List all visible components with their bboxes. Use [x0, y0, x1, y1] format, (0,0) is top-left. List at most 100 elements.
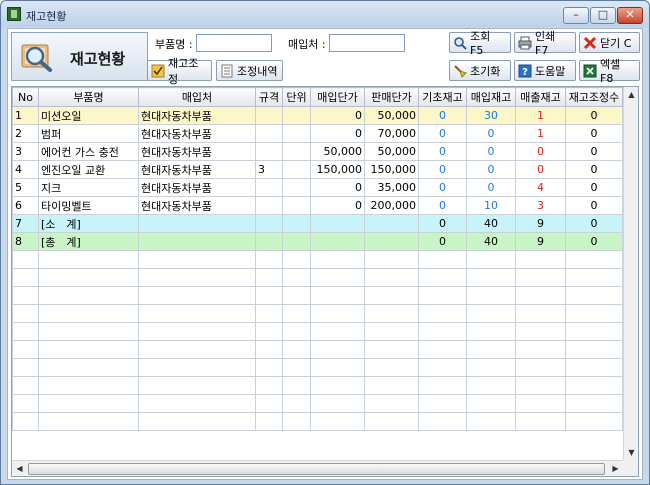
- table-row[interactable]: 5 지크 현대자동차부품 0 35,000 0 0 4 0: [12, 178, 623, 197]
- cell-in[interactable]: 30: [466, 106, 516, 125]
- cell-base[interactable]: 0: [418, 196, 467, 215]
- cell-no[interactable]: 7: [12, 214, 39, 233]
- cell-adj[interactable]: 0: [565, 124, 623, 143]
- cell-no[interactable]: 8: [12, 232, 39, 251]
- cell-base[interactable]: 0: [418, 214, 467, 233]
- cell-in[interactable]: 40: [466, 214, 516, 233]
- column-header[interactable]: 기초재고: [418, 87, 467, 107]
- cell-unit[interactable]: [282, 106, 311, 125]
- column-header[interactable]: No: [12, 87, 39, 107]
- cell-unit[interactable]: [282, 124, 311, 143]
- cell-unit[interactable]: [282, 214, 311, 233]
- print-button[interactable]: 인쇄 F7: [514, 30, 576, 57]
- cell-unit[interactable]: [282, 142, 311, 161]
- cell-sell[interactable]: [364, 232, 419, 251]
- column-header[interactable]: 재고조정수: [565, 87, 623, 107]
- vendor-input[interactable]: [329, 34, 405, 52]
- cell-vendor[interactable]: 현대자동차부품: [138, 106, 256, 125]
- cell-vendor[interactable]: 현대자동차부품: [138, 142, 256, 161]
- table-row[interactable]: 6 타이밍벨트 현대자동차부품 0 200,000 0 10 3 0: [12, 196, 623, 215]
- horizontal-scroll-thumb[interactable]: [28, 463, 605, 475]
- cell-unit[interactable]: [282, 178, 311, 197]
- cell-unit[interactable]: [282, 160, 311, 179]
- cell-spec[interactable]: [255, 178, 283, 197]
- cell-no[interactable]: 2: [12, 124, 39, 143]
- search-button[interactable]: 조회 F5: [449, 30, 511, 57]
- cell-adj[interactable]: 0: [565, 232, 623, 251]
- cell-buy[interactable]: 0: [310, 178, 365, 197]
- cell-base[interactable]: 0: [418, 232, 467, 251]
- scroll-right-icon[interactable]: ▶: [608, 461, 623, 476]
- cell-spec[interactable]: [255, 214, 283, 233]
- cell-adj[interactable]: 0: [565, 178, 623, 197]
- cell-vendor[interactable]: 현대자동차부품: [138, 178, 256, 197]
- cell-buy[interactable]: 50,000: [310, 142, 365, 161]
- column-header[interactable]: 매입재고: [466, 87, 516, 107]
- scroll-down-icon[interactable]: ▼: [624, 445, 639, 460]
- cell-adj[interactable]: 0: [565, 214, 623, 233]
- table-row[interactable]: 3 에어컨 가스 충전 현대자동차부품 50,000 50,000 0 0 0 0: [12, 142, 623, 161]
- cell-buy[interactable]: [310, 232, 365, 251]
- column-header[interactable]: 판매단가: [364, 87, 419, 107]
- horizontal-scrollbar[interactable]: ◀ ▶: [12, 460, 623, 476]
- cell-out[interactable]: 9: [515, 232, 566, 251]
- scroll-left-icon[interactable]: ◀: [12, 461, 27, 476]
- cell-name[interactable]: [소 계]: [38, 214, 139, 233]
- table-row[interactable]: 4 엔진오일 교환 현대자동차부품 3 150,000 150,000 0 0 0 0: [12, 160, 623, 179]
- close-window-button[interactable]: ✕: [617, 7, 643, 24]
- column-header[interactable]: 단위: [282, 87, 311, 107]
- cell-in[interactable]: 0: [466, 178, 516, 197]
- cell-no[interactable]: 5: [12, 178, 39, 197]
- part-name-input[interactable]: [196, 34, 272, 52]
- cell-out[interactable]: 1: [515, 124, 566, 143]
- cell-in[interactable]: 10: [466, 196, 516, 215]
- adjust-history-button[interactable]: 조정내역: [216, 60, 283, 81]
- cell-name[interactable]: 미션오일: [38, 106, 139, 125]
- maximize-button[interactable]: □: [590, 7, 616, 24]
- column-header[interactable]: 매입단가: [310, 87, 365, 107]
- cell-out[interactable]: 4: [515, 178, 566, 197]
- cell-vendor[interactable]: 현대자동차부품: [138, 124, 256, 143]
- cell-in[interactable]: 0: [466, 160, 516, 179]
- cell-sell[interactable]: 200,000: [364, 196, 419, 215]
- minimize-button[interactable]: –: [563, 7, 589, 24]
- excel-button[interactable]: 엑셀 F8: [579, 58, 640, 85]
- cell-out[interactable]: 9: [515, 214, 566, 233]
- cell-sell[interactable]: [364, 214, 419, 233]
- cell-base[interactable]: 0: [418, 178, 467, 197]
- cell-sell[interactable]: 50,000: [364, 106, 419, 125]
- table-row[interactable]: 7 [소 계] 0 40 9 0: [12, 214, 623, 233]
- reset-button[interactable]: 초기화: [449, 60, 511, 81]
- cell-out[interactable]: 1: [515, 106, 566, 125]
- cell-in[interactable]: 0: [466, 124, 516, 143]
- column-header[interactable]: 부품명: [38, 87, 139, 107]
- cell-sell[interactable]: 50,000: [364, 142, 419, 161]
- cell-name[interactable]: 지크: [38, 178, 139, 197]
- cell-sell[interactable]: 70,000: [364, 124, 419, 143]
- cell-vendor[interactable]: 현대자동차부품: [138, 160, 256, 179]
- cell-vendor[interactable]: 현대자동차부품: [138, 196, 256, 215]
- cell-out[interactable]: 3: [515, 196, 566, 215]
- cell-base[interactable]: 0: [418, 160, 467, 179]
- cell-in[interactable]: 40: [466, 232, 516, 251]
- cell-spec[interactable]: [255, 124, 283, 143]
- cell-in[interactable]: 0: [466, 142, 516, 161]
- cell-out[interactable]: 0: [515, 142, 566, 161]
- cell-no[interactable]: 3: [12, 142, 39, 161]
- cell-base[interactable]: 0: [418, 142, 467, 161]
- cell-adj[interactable]: 0: [565, 160, 623, 179]
- cell-name[interactable]: 엔진오일 교환: [38, 160, 139, 179]
- cell-sell[interactable]: 35,000: [364, 178, 419, 197]
- cell-buy[interactable]: 0: [310, 124, 365, 143]
- cell-name[interactable]: 범퍼: [38, 124, 139, 143]
- cell-adj[interactable]: 0: [565, 142, 623, 161]
- cell-buy[interactable]: 150,000: [310, 160, 365, 179]
- cell-vendor[interactable]: [138, 232, 256, 251]
- cell-buy[interactable]: 0: [310, 196, 365, 215]
- cell-spec[interactable]: 3: [255, 160, 283, 179]
- cell-out[interactable]: 0: [515, 160, 566, 179]
- cell-spec[interactable]: [255, 196, 283, 215]
- cell-base[interactable]: 0: [418, 124, 467, 143]
- cell-no[interactable]: 6: [12, 196, 39, 215]
- column-header[interactable]: 매출재고: [515, 87, 566, 107]
